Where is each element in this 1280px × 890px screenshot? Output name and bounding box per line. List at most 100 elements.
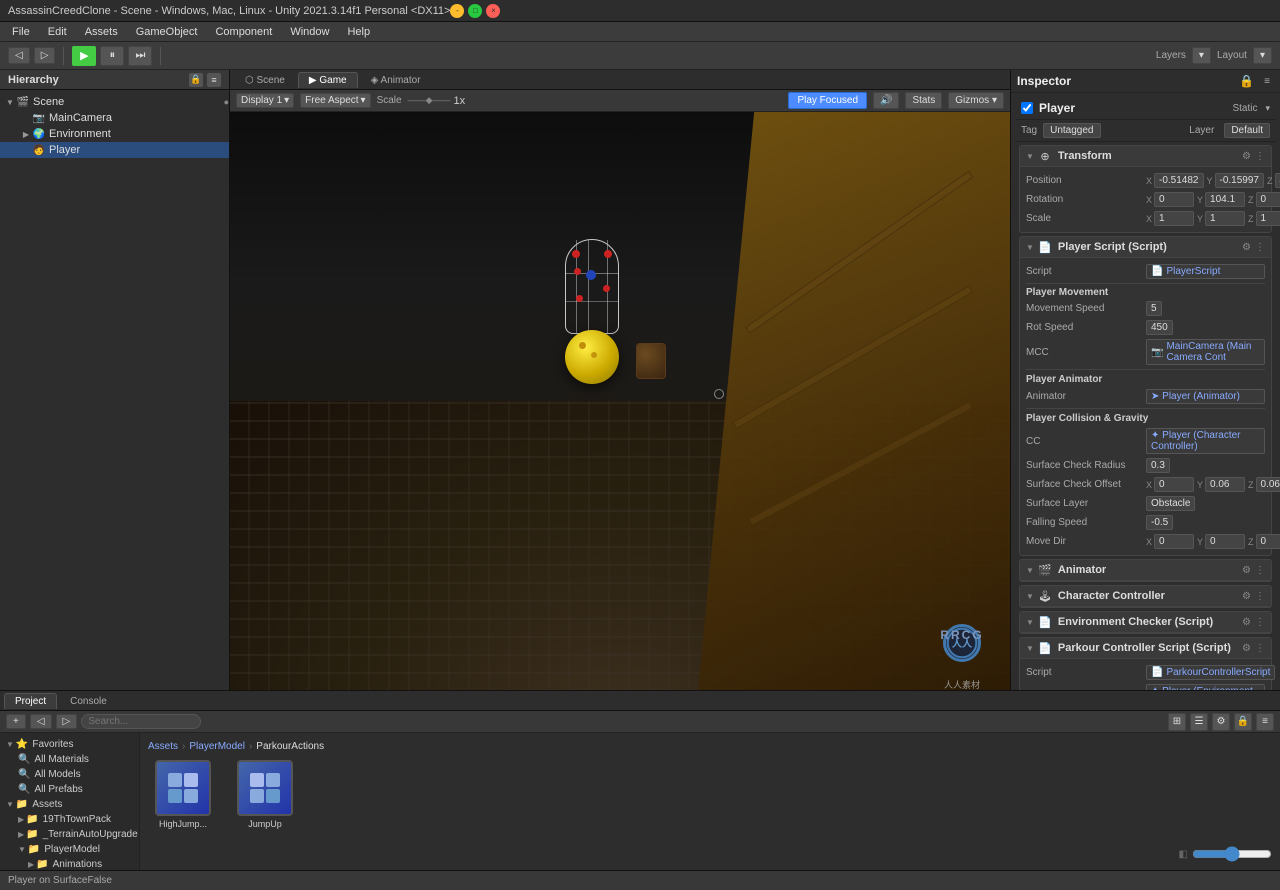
display-select[interactable]: Display 1 ▾ <box>236 93 294 108</box>
inspector-lock-icon[interactable]: 🔒 <box>1239 74 1254 88</box>
ps-more[interactable]: ⋮ <box>1255 242 1265 253</box>
script-value[interactable]: 📄 PlayerScript <box>1146 264 1265 279</box>
proj-all-prefabs[interactable]: 🔍 All Prefabs <box>0 782 139 797</box>
asset-highjump[interactable]: HighJump... <box>148 760 218 829</box>
menu-component[interactable]: Component <box>207 24 280 40</box>
cc-comp-header[interactable]: ▼ 🕹 Character Controller ⚙ ⋮ <box>1020 586 1271 607</box>
menu-window[interactable]: Window <box>282 24 337 40</box>
md-x[interactable]: 0 <box>1154 534 1194 549</box>
sco-z[interactable]: 0.06 <box>1256 477 1280 492</box>
close-button[interactable]: × <box>486 4 500 18</box>
proj-add-btn[interactable]: + <box>6 714 26 729</box>
rot-x-val[interactable]: 0 <box>1154 192 1194 207</box>
gizmos-btn[interactable]: Gizmos ▾ <box>948 92 1004 109</box>
proj-all-models[interactable]: 🔍 All Models <box>0 767 139 782</box>
minimize-button[interactable]: - <box>450 4 464 18</box>
sco-x[interactable]: 0 <box>1154 477 1194 492</box>
proj-lock[interactable]: 🔒 <box>1234 713 1252 731</box>
rotspeed-val[interactable]: 450 <box>1146 320 1173 335</box>
layer-value[interactable]: Default <box>1224 123 1270 138</box>
tab-scene[interactable]: ⬡ Scene <box>234 72 296 88</box>
speaker-btn[interactable]: 🔊 <box>873 92 899 109</box>
scr-val[interactable]: 0.3 <box>1146 458 1170 473</box>
md-z[interactable]: 0 <box>1256 534 1280 549</box>
proj-settings[interactable]: ⚙ <box>1212 713 1230 731</box>
proj-more[interactable]: ≡ <box>1256 713 1274 731</box>
pc-script-val[interactable]: 📄 ParkourControllerScript <box>1146 665 1275 680</box>
fs-val[interactable]: -0.5 <box>1146 515 1173 530</box>
pc-settings[interactable]: ⚙ <box>1242 643 1251 654</box>
hier-lock[interactable]: 🔒 <box>189 73 203 87</box>
static-arrow[interactable]: ▾ <box>1265 103 1270 114</box>
menu-assets[interactable]: Assets <box>77 24 126 40</box>
asset-jumpup[interactable]: JumpUp <box>230 760 300 829</box>
cc-val[interactable]: ✦ Player (Character Controller) <box>1146 428 1265 454</box>
hier-player[interactable]: 🧑 Player <box>0 142 229 158</box>
sco-y[interactable]: 0.06 <box>1205 477 1245 492</box>
cc-settings[interactable]: ⚙ <box>1242 591 1251 602</box>
pause-button[interactable]: ⏸ <box>100 46 124 66</box>
toolbar-back[interactable]: ◁ <box>8 47 30 64</box>
size-range[interactable] <box>1192 846 1272 862</box>
play-button[interactable]: ▶ <box>72 46 96 66</box>
pc-more[interactable]: ⋮ <box>1255 643 1265 654</box>
hier-more[interactable]: ≡ <box>207 73 221 87</box>
ec-more[interactable]: ⋮ <box>1255 617 1265 628</box>
menu-gameobject[interactable]: GameObject <box>128 24 206 40</box>
maximize-button[interactable]: □ <box>468 4 482 18</box>
aspect-select[interactable]: Free Aspect ▾ <box>300 93 370 108</box>
hier-environment[interactable]: ▶ 🌍 Environment <box>0 126 229 142</box>
transform-header[interactable]: ▼ ⊕ Transform ⚙ ⋮ <box>1020 146 1271 167</box>
rot-z-val[interactable]: 0 <box>1256 192 1280 207</box>
tab-animator[interactable]: ◈ Animator <box>360 72 432 88</box>
proj-all-materials[interactable]: 🔍 All Materials <box>0 752 139 767</box>
menu-edit[interactable]: Edit <box>40 24 75 40</box>
proj-animations[interactable]: ▶ 📁 Animations <box>0 857 139 870</box>
transform-more[interactable]: ⋮ <box>1255 151 1265 162</box>
proj-19th[interactable]: ▶ 📁 19ThTownPack <box>0 812 139 827</box>
proj-view-list[interactable]: ☰ <box>1190 713 1208 731</box>
scale-control[interactable]: ——◆—— 1x <box>408 95 466 107</box>
animator-header[interactable]: ▼ 🎬 Animator ⚙ ⋮ <box>1020 560 1271 581</box>
pos-z-val[interactable]: 45.3551 <box>1275 173 1280 188</box>
proj-assets-header[interactable]: ▼ 📁 Assets <box>0 797 139 812</box>
ec-settings[interactable]: ⚙ <box>1242 617 1251 628</box>
anim-more[interactable]: ⋮ <box>1255 565 1265 576</box>
bc-assets[interactable]: Assets <box>148 741 178 752</box>
obj-active-checkbox[interactable] <box>1021 102 1033 114</box>
proj-favorites-header[interactable]: ▼ ⭐ Favorites <box>0 737 139 752</box>
proj-forward-btn[interactable]: ▷ <box>56 714 78 729</box>
layout-btn[interactable]: ▾ <box>1253 47 1272 64</box>
tab-console[interactable]: Console <box>59 693 118 709</box>
layers-btn[interactable]: ▾ <box>1192 47 1211 64</box>
sc-x-val[interactable]: 1 <box>1154 211 1194 226</box>
pos-x-val[interactable]: -0.51482 <box>1154 173 1203 188</box>
hier-maincamera[interactable]: 📷 MainCamera <box>0 110 229 126</box>
play-focused-button[interactable]: Play Focused <box>788 92 867 109</box>
ps-settings[interactable]: ⚙ <box>1242 242 1251 253</box>
anim-val[interactable]: ➤ Player (Animator) <box>1146 389 1265 404</box>
menu-help[interactable]: Help <box>339 24 378 40</box>
toolbar-forward[interactable]: ▷ <box>34 47 56 64</box>
bc-playermodel[interactable]: PlayerModel <box>189 741 245 752</box>
project-search[interactable] <box>81 714 201 729</box>
transform-settings[interactable]: ⚙ <box>1242 151 1251 162</box>
proj-back-btn[interactable]: ◁ <box>30 714 52 729</box>
pc-header[interactable]: ▼ 📄 Parkour Controller Script (Script) ⚙… <box>1020 638 1271 659</box>
cc-more[interactable]: ⋮ <box>1255 591 1265 602</box>
player-script-header[interactable]: ▼ 📄 Player Script (Script) ⚙ ⋮ <box>1020 237 1271 258</box>
proj-view-toggle[interactable]: ⊞ <box>1168 713 1186 731</box>
anim-settings[interactable]: ⚙ <box>1242 565 1251 576</box>
proj-playermodel[interactable]: ▼ 📁 PlayerModel <box>0 842 139 857</box>
hier-scene[interactable]: ▼ 🎬 Scene ● <box>0 94 229 110</box>
ec-header[interactable]: ▼ 📄 Environment Checker (Script) ⚙ ⋮ <box>1020 612 1271 633</box>
mvspeed-val[interactable]: 5 <box>1146 301 1162 316</box>
tab-project[interactable]: Project <box>4 693 57 709</box>
tab-game[interactable]: ▶ Game <box>298 72 358 88</box>
sc-z-val[interactable]: 1 <box>1256 211 1280 226</box>
proj-terrain[interactable]: ▶ 📁 _TerrainAutoUpgrade <box>0 827 139 842</box>
sc-y-val[interactable]: 1 <box>1205 211 1245 226</box>
step-button[interactable]: ⏭ <box>128 46 152 66</box>
pos-y-val[interactable]: -0.15997 <box>1215 173 1264 188</box>
mcc-val[interactable]: 📷 MainCamera (Main Camera Cont <box>1146 339 1265 365</box>
